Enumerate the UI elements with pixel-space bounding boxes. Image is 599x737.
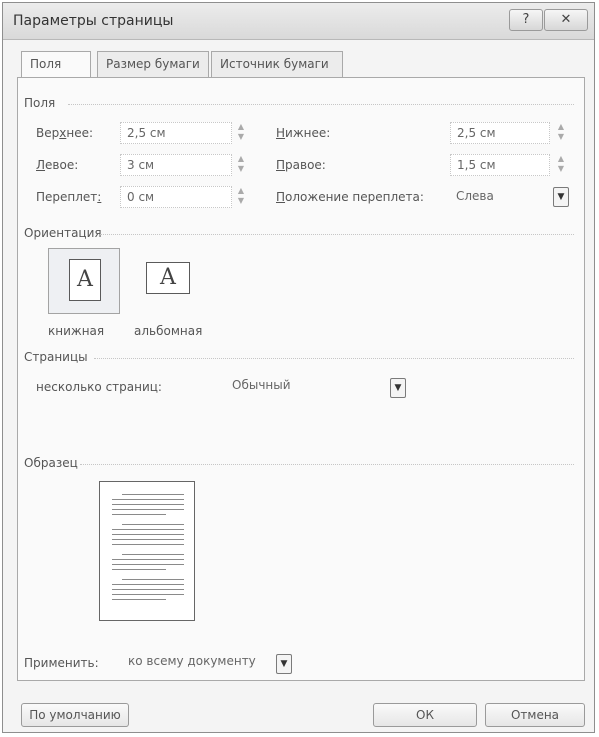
left-margin-label: Левое: bbox=[36, 158, 79, 172]
preview-line bbox=[122, 494, 184, 495]
preview-line bbox=[112, 594, 184, 595]
spin-down-icon: ▼ bbox=[237, 196, 245, 205]
tab-paper-size-label: Размер бумаги bbox=[106, 57, 200, 71]
pages-separator bbox=[94, 358, 574, 359]
ok-label: ОК bbox=[416, 708, 434, 722]
preview-line bbox=[112, 539, 184, 540]
bottom-margin-input[interactable] bbox=[450, 122, 550, 144]
close-button[interactable]: ✕ bbox=[544, 9, 588, 31]
preview-line bbox=[112, 499, 184, 500]
help-button[interactable]: ? bbox=[509, 9, 543, 31]
cancel-label: Отмена bbox=[510, 708, 560, 722]
preview-line bbox=[112, 544, 184, 545]
left-margin-spinner[interactable]: ▲ ▼ bbox=[234, 154, 248, 176]
gutter-position-label: Положение переплета: bbox=[276, 190, 424, 204]
spin-up-icon: ▲ bbox=[237, 186, 245, 195]
top-margin-label: Верхнее: bbox=[36, 126, 93, 140]
gutter-position-value: Слева bbox=[456, 189, 494, 203]
multiple-pages-value: Обычный bbox=[232, 378, 291, 392]
chevron-down-icon: ▼ bbox=[557, 192, 565, 202]
chevron-down-icon: ▼ bbox=[280, 659, 288, 669]
gutter-label: Переплет: bbox=[36, 190, 102, 204]
window-title: Параметры страницы bbox=[13, 13, 174, 29]
bottom-margin-label: Нижнее: bbox=[276, 126, 331, 140]
right-margin-input[interactable] bbox=[450, 154, 550, 176]
pages-section-label: Страницы bbox=[24, 350, 88, 364]
portrait-page-icon: A bbox=[69, 259, 101, 301]
orientation-separator bbox=[100, 234, 574, 235]
spin-down-icon: ▼ bbox=[237, 164, 245, 173]
preview-line bbox=[122, 524, 184, 525]
spin-up-icon: ▲ bbox=[557, 122, 565, 131]
apply-to-dropdown-button[interactable]: ▼ bbox=[276, 654, 292, 674]
preview-line bbox=[112, 509, 184, 510]
set-default-label: По умолчанию bbox=[29, 708, 121, 722]
tab-paper-size[interactable]: Размер бумаги bbox=[97, 51, 209, 77]
preview-line bbox=[112, 569, 166, 570]
preview-line bbox=[112, 599, 166, 600]
landscape-page-icon: A bbox=[146, 262, 190, 294]
preview-line bbox=[112, 589, 184, 590]
margins-separator bbox=[68, 104, 574, 105]
portrait-label: книжная bbox=[48, 324, 105, 338]
cancel-button[interactable]: Отмена bbox=[485, 703, 585, 727]
preview-line bbox=[112, 559, 184, 560]
margins-section-label: Поля bbox=[24, 96, 56, 110]
left-margin-input[interactable] bbox=[120, 154, 232, 176]
spin-down-icon: ▼ bbox=[557, 164, 565, 173]
preview-line bbox=[112, 534, 184, 535]
spin-up-icon: ▲ bbox=[237, 122, 245, 131]
preview-line bbox=[112, 564, 184, 565]
gutter-input[interactable] bbox=[120, 186, 232, 208]
spin-down-icon: ▼ bbox=[237, 132, 245, 141]
ok-button[interactable]: ОК bbox=[373, 703, 477, 727]
gutter-spinner[interactable]: ▲ ▼ bbox=[234, 186, 248, 208]
multiple-pages-label: несколько страниц: bbox=[36, 380, 162, 394]
gutter-position-select[interactable]: Слева bbox=[450, 186, 550, 208]
apply-to-label: Применить: bbox=[24, 656, 99, 670]
title-bar: Параметры страницы ? ✕ bbox=[3, 3, 594, 40]
right-margin-spinner[interactable]: ▲ ▼ bbox=[554, 154, 568, 176]
multiple-pages-dropdown-button[interactable]: ▼ bbox=[390, 378, 406, 398]
preview-line bbox=[112, 504, 184, 505]
gutter-position-dropdown-button[interactable]: ▼ bbox=[553, 187, 569, 207]
chevron-down-icon: ▼ bbox=[394, 383, 402, 393]
spin-down-icon: ▼ bbox=[557, 132, 565, 141]
tab-margins-label: Поля bbox=[30, 57, 62, 71]
preview-line bbox=[122, 579, 184, 580]
tab-paper-source[interactable]: Источник бумаги bbox=[211, 51, 343, 77]
tab-paper-source-label: Источник бумаги bbox=[220, 57, 329, 71]
preview-separator bbox=[80, 464, 574, 465]
close-icon: ✕ bbox=[560, 12, 572, 27]
preview-line bbox=[112, 529, 184, 530]
preview-line bbox=[122, 554, 184, 555]
bottom-margin-spinner[interactable]: ▲ ▼ bbox=[554, 122, 568, 144]
orientation-section-label: Ориентация bbox=[24, 226, 102, 240]
help-icon: ? bbox=[522, 12, 530, 27]
spin-up-icon: ▲ bbox=[237, 154, 245, 163]
landscape-button[interactable]: A bbox=[132, 248, 204, 314]
apply-to-value: ко всему документу bbox=[128, 654, 256, 668]
apply-to-select[interactable]: ко всему документу bbox=[122, 651, 272, 673]
portrait-button[interactable]: A bbox=[48, 248, 120, 314]
top-margin-input[interactable] bbox=[120, 122, 232, 144]
top-margin-spinner[interactable]: ▲ ▼ bbox=[234, 122, 248, 144]
tab-margins[interactable]: Поля bbox=[21, 51, 91, 79]
preview-section-label: Образец bbox=[24, 456, 78, 470]
preview-line bbox=[112, 584, 184, 585]
multiple-pages-select[interactable]: Обычный bbox=[226, 375, 388, 397]
page-setup-dialog: Параметры страницы ? ✕ Поля Размер бумаг… bbox=[2, 2, 595, 733]
spin-up-icon: ▲ bbox=[557, 154, 565, 163]
preview-page bbox=[99, 481, 195, 621]
landscape-label: альбомная bbox=[134, 324, 203, 338]
right-margin-label: Правое: bbox=[276, 158, 326, 172]
set-default-button[interactable]: По умолчанию bbox=[21, 703, 129, 727]
preview-line bbox=[112, 514, 166, 515]
